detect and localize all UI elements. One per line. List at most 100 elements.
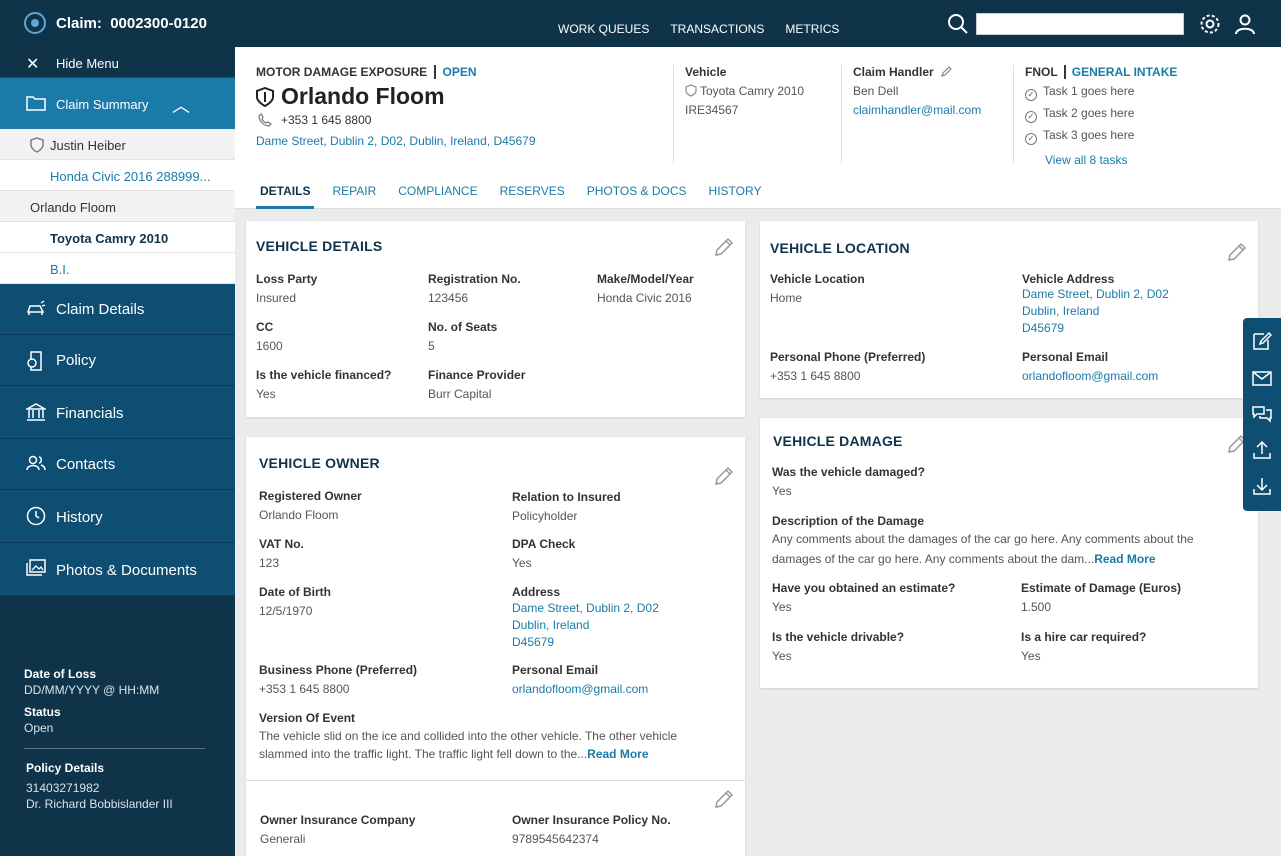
phone-icon bbox=[258, 113, 272, 127]
sidebar-sub-item-bi[interactable]: B.I. bbox=[0, 253, 235, 284]
card-title: VEHICLE DAMAGE bbox=[773, 433, 903, 449]
exposure-header: MOTOR DAMAGE EXPOSURE OPEN Orlando Floom… bbox=[235, 47, 1281, 209]
gear-icon[interactable] bbox=[1198, 12, 1222, 36]
vehicle-summary: Vehicle Toyota Camry 2010 IRE34567 bbox=[673, 65, 841, 163]
vehicle-name-row: Toyota Camry 2010 bbox=[685, 84, 841, 98]
hide-menu-button[interactable]: ✕ Hide Menu bbox=[0, 47, 235, 78]
nav-metrics[interactable]: METRICS bbox=[785, 22, 839, 36]
finance-provider-field: Finance Provider Burr Capital bbox=[428, 368, 525, 403]
field-value: 1600 bbox=[256, 339, 283, 353]
read-more-link[interactable]: Read More bbox=[1094, 552, 1155, 566]
task-item[interactable]: ✓ Task 3 goes here bbox=[1025, 128, 1213, 145]
exposure-type: MOTOR DAMAGE EXPOSURE OPEN bbox=[256, 65, 477, 79]
vehicle-location-card: VEHICLE LOCATION Vehicle Location Home Ve… bbox=[760, 221, 1258, 398]
nav-transactions[interactable]: TRANSACTIONS bbox=[670, 22, 764, 36]
loss-party-field: Loss Party Insured bbox=[256, 272, 317, 307]
field-value: +353 1 645 8800 bbox=[259, 682, 350, 696]
field-value: Generali bbox=[260, 832, 306, 846]
claim-handler-summary: Claim Handler Ben Dell claimhandler@mail… bbox=[841, 65, 1013, 163]
policy-details-label: Policy Details bbox=[26, 761, 105, 775]
task-item[interactable]: ✓ Task 2 goes here bbox=[1025, 106, 1213, 123]
view-all-tasks-link[interactable]: View all 8 tasks bbox=[1045, 153, 1213, 167]
fnol-summary: FNOL GENERAL INTAKE ✓ Task 1 goes here ✓ T… bbox=[1013, 65, 1213, 167]
address-line: Dublin, Ireland bbox=[512, 618, 590, 632]
field-value: Yes bbox=[256, 387, 276, 401]
tab-repair[interactable]: REPAIR bbox=[328, 184, 380, 209]
check-circle-icon: ✓ bbox=[1025, 89, 1037, 101]
chat-icon[interactable] bbox=[1252, 404, 1272, 424]
sidebar-sub-item-honda-civic[interactable]: Honda Civic 2016 288999... bbox=[0, 160, 235, 191]
sidebar-item-financials[interactable]: Financials bbox=[0, 386, 235, 439]
sidebar-item-contacts[interactable]: Contacts bbox=[0, 439, 235, 490]
field-value: Home bbox=[770, 291, 803, 305]
edit-pencil-icon[interactable] bbox=[1227, 242, 1247, 262]
download-icon[interactable] bbox=[1252, 476, 1272, 496]
search-input[interactable] bbox=[976, 13, 1184, 35]
upload-icon[interactable] bbox=[1252, 440, 1272, 460]
field-label: Version Of Event bbox=[259, 711, 356, 725]
sidebar-item-claim-summary[interactable]: Claim Summary ︿ bbox=[0, 78, 235, 129]
user-profile-icon[interactable] bbox=[1233, 12, 1257, 36]
edit-pencil-icon[interactable] bbox=[714, 466, 734, 486]
field-label: Make/Model/Year bbox=[597, 272, 694, 286]
claim-handler-label: Claim Handler bbox=[853, 65, 934, 79]
vehicle-address-field: Vehicle Address Dame Street, Dublin 2, D… bbox=[1022, 272, 1169, 337]
field-value: Burr Capital bbox=[428, 387, 492, 401]
field-label: Registration No. bbox=[428, 272, 521, 286]
card-title: VEHICLE LOCATION bbox=[770, 240, 910, 256]
tab-compliance[interactable]: COMPLIANCE bbox=[394, 184, 481, 209]
field-label: Description of the Damage bbox=[772, 514, 925, 528]
detail-tabs: DETAILS REPAIR COMPLIANCE RESERVES PHOTO… bbox=[256, 184, 779, 209]
registered-owner-field: Registered Owner Orlando Floom bbox=[259, 489, 362, 524]
task-item[interactable]: ✓ Task 1 goes here bbox=[1025, 84, 1213, 101]
sidebar-item-policy[interactable]: Policy bbox=[0, 335, 235, 386]
edit-pencil-icon[interactable] bbox=[714, 237, 734, 257]
sidebar-item-label: Claim Summary bbox=[56, 97, 149, 112]
sidebar-sub-item-toyota-camry[interactable]: Toyota Camry 2010 bbox=[0, 222, 235, 253]
fnol-label: FNOL bbox=[1025, 65, 1058, 79]
search-icon[interactable] bbox=[946, 12, 970, 36]
mail-icon[interactable] bbox=[1252, 368, 1272, 388]
date-of-loss-label: Date of Loss bbox=[24, 667, 97, 681]
claimant-address-link[interactable]: Dame Street, Dublin 2, D02, Dublin, Irel… bbox=[256, 134, 536, 148]
chevron-up-icon[interactable]: ︿ bbox=[172, 92, 190, 118]
date-of-loss-value: DD/MM/YYYY @ HH:MM bbox=[24, 683, 160, 697]
sidebar-item-label: Claim Details bbox=[56, 301, 145, 318]
nav-work-queues[interactable]: WORK QUEUES bbox=[558, 22, 649, 36]
vehicle-damaged-field: Was the vehicle damaged? Yes bbox=[772, 465, 925, 500]
field-label: Finance Provider bbox=[428, 368, 526, 382]
claim-handler-email-link[interactable]: claimhandler@mail.com bbox=[853, 103, 1013, 117]
field-label: VAT No. bbox=[259, 537, 304, 551]
sidebar-sub-item-justin-heiber[interactable]: Justin Heiber bbox=[0, 129, 235, 160]
policy-number: 31403271982 bbox=[26, 781, 100, 795]
field-label: Was the vehicle damaged? bbox=[772, 465, 925, 479]
email-link[interactable]: orlandofloom@gmail.com bbox=[1022, 368, 1158, 385]
tab-details[interactable]: DETAILS bbox=[256, 184, 315, 209]
quick-actions-toolbar bbox=[1243, 318, 1281, 511]
check-circle-icon: ✓ bbox=[1025, 133, 1037, 145]
sidebar-sub-item-orlando-floom[interactable]: Orlando Floom bbox=[0, 191, 235, 222]
field-label: Estimate of Damage (Euros) bbox=[1021, 581, 1182, 595]
pencil-icon[interactable] bbox=[941, 65, 953, 77]
sidebar-item-photos-documents[interactable]: Photos & Documents bbox=[0, 543, 235, 596]
tab-photos-docs[interactable]: PHOTOS & DOCS bbox=[583, 184, 691, 209]
sidebar-item-claim-details[interactable]: Claim Details bbox=[0, 284, 235, 335]
fnol-intake: GENERAL INTAKE bbox=[1063, 65, 1178, 79]
read-more-link[interactable]: Read More bbox=[587, 747, 648, 761]
owner-insurance-company-field: Owner Insurance Company Generali bbox=[260, 813, 415, 848]
sidebar: ✕ Hide Menu Claim Summary ︿ Justin Heibe… bbox=[0, 47, 235, 856]
top-nav: WORK QUEUES TRANSACTIONS METRICS bbox=[558, 22, 839, 36]
sidebar-sub-item-label: Honda Civic 2016 288999... bbox=[50, 169, 211, 184]
field-label: Date of Birth bbox=[259, 585, 331, 599]
address-link[interactable]: Dame Street, Dublin 2, D02 Dublin, Irelan… bbox=[512, 600, 659, 651]
status-value: Open bbox=[24, 721, 54, 735]
email-link[interactable]: orlandofloom@gmail.com bbox=[512, 681, 648, 698]
edit-pencil-icon[interactable] bbox=[714, 789, 734, 809]
app-logo-icon[interactable] bbox=[24, 12, 46, 34]
edit-note-icon[interactable] bbox=[1252, 331, 1272, 351]
tab-reserves[interactable]: RESERVES bbox=[496, 184, 569, 209]
sidebar-item-history[interactable]: History bbox=[0, 490, 235, 543]
tab-history[interactable]: HISTORY bbox=[705, 184, 766, 209]
vehicle-details-card: VEHICLE DETAILS Loss Party Insured Regist… bbox=[246, 221, 745, 417]
address-link[interactable]: Dame Street, Dublin 2, D02 Dublin, Irelan… bbox=[1022, 286, 1169, 337]
